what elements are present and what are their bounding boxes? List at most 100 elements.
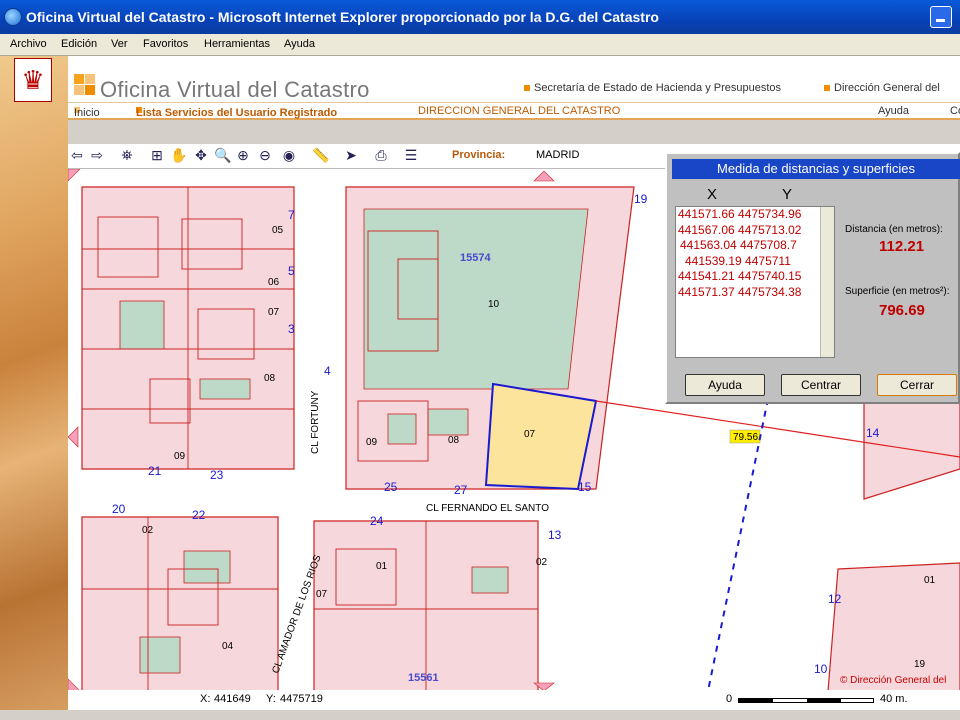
scale-bar xyxy=(738,698,874,703)
block-id-15561: 15561 xyxy=(408,672,439,684)
measure-panel: Medida de distancias y superficies X Y 4… xyxy=(665,152,960,404)
parcel-number: 02 xyxy=(142,525,154,536)
street-number: 14 xyxy=(866,426,880,440)
parcel-number: 01 xyxy=(376,561,388,572)
list-scrollbar[interactable] xyxy=(820,207,834,357)
full-extent-icon[interactable]: ⊞ xyxy=(148,146,166,164)
print-icon[interactable]: ⎙ xyxy=(372,146,390,164)
street-number: 12 xyxy=(828,592,842,606)
measure-ruler-icon[interactable]: 📏 xyxy=(312,146,330,164)
selected-parcel xyxy=(484,382,598,491)
province-value[interactable]: MADRID xyxy=(536,149,579,161)
x-coord-label: X: xyxy=(200,693,211,705)
street-number: 3 xyxy=(288,322,295,336)
site-logo-text: Oficina Virtual del Catastro xyxy=(100,77,370,102)
menu-ver[interactable]: Ver xyxy=(111,38,128,50)
close-button[interactable]: Cerrar xyxy=(877,374,957,396)
area-value: 796.69 xyxy=(879,302,925,319)
nav-ayuda[interactable]: Ayuda xyxy=(878,105,909,117)
window-bottom-edge xyxy=(0,710,960,720)
parcel-number: 06 xyxy=(268,277,280,288)
area-label: Superficie (en metros²): xyxy=(845,286,950,297)
coordinate-item[interactable]: 441571.37 4475734.38 xyxy=(676,285,834,301)
street-number: 4 xyxy=(324,364,331,378)
street-number: 10 xyxy=(814,662,828,676)
parcel-number: 07 xyxy=(316,589,328,600)
col-header-y: Y xyxy=(782,186,793,203)
distance-label: Distancia (en metros): xyxy=(845,224,943,235)
nav-contacto[interactable]: Co xyxy=(950,105,960,117)
parcel-number: 04 xyxy=(222,641,234,652)
back-arrow-icon[interactable]: ⇦ xyxy=(68,146,86,164)
parcel-number: 02 xyxy=(536,557,548,568)
street-number: 27 xyxy=(454,483,468,497)
zoom-in-icon[interactable]: ⊕ xyxy=(234,146,252,164)
street-label-fernando: CL FERNANDO EL SANTO xyxy=(426,503,549,514)
decorative-landscape-sidebar xyxy=(0,56,68,720)
block-id-15574: 15574 xyxy=(460,252,491,264)
pan-left-arrow xyxy=(68,426,79,448)
help-button[interactable]: Ayuda xyxy=(685,374,765,396)
scale-start: 0 xyxy=(726,693,733,705)
nav-direccion-general: DIRECCION GENERAL DEL CATASTRO xyxy=(418,105,621,117)
parcel-number: 08 xyxy=(264,373,276,384)
street-number: 20 xyxy=(112,502,126,516)
forward-arrow-icon[interactable]: ⇨ xyxy=(88,146,106,164)
map-status-bar: X: 441649 Y: 4475719 0 40 m. xyxy=(68,690,960,710)
coordinate-item[interactable]: 441567.06 4475713.02 xyxy=(676,223,834,239)
pan-bottomleft-arrow xyxy=(68,678,80,690)
parcel-number: 05 xyxy=(272,225,284,236)
province-label: Provincia: xyxy=(452,149,506,161)
zoom-icon[interactable]: 🔍 xyxy=(214,146,232,164)
street-number: 5 xyxy=(288,264,295,278)
link-direccion-general[interactable]: Dirección General del xyxy=(824,82,940,94)
measure-distance-label: 79.56 xyxy=(733,432,758,443)
coordinate-list[interactable]: 441571.66 4475734.96 441567.06 4475713.0… xyxy=(675,206,835,358)
x-coord-value: 441649 xyxy=(214,693,251,705)
minimize-button[interactable] xyxy=(930,6,952,28)
parcel-number: 08 xyxy=(448,435,460,446)
coordinate-item[interactable]: 441541.21 4475740.15 xyxy=(676,269,834,285)
col-header-x: X xyxy=(707,186,718,203)
list-icon[interactable]: ☰ xyxy=(402,146,420,164)
street-number: 24 xyxy=(370,514,384,528)
street-number: 7 xyxy=(288,208,295,222)
binoculars-icon[interactable]: ⛯ xyxy=(118,146,136,164)
street-number: 23 xyxy=(210,468,224,482)
street-number: 19 xyxy=(634,192,648,206)
parcel-number: 09 xyxy=(174,451,186,462)
window-title: Oficina Virtual del Catastro - Microsoft… xyxy=(26,9,659,25)
parcel-number: 07 xyxy=(524,429,536,440)
y-coord-label: Y: xyxy=(266,693,276,705)
coordinate-item[interactable]: 441539.19 4475711 xyxy=(676,254,834,270)
street-number: 22 xyxy=(192,508,206,522)
scale-end: 40 m. xyxy=(880,693,908,705)
pan-hand-icon[interactable]: ✋ xyxy=(170,146,188,164)
menu-ayuda[interactable]: Ayuda xyxy=(284,38,315,50)
menu-archivo[interactable]: Archivo xyxy=(10,38,47,50)
y-coord-value: 4475719 xyxy=(280,693,323,705)
coordinate-item[interactable]: 441571.66 4475734.96 xyxy=(676,207,834,223)
move-icon[interactable]: ✥ xyxy=(192,146,210,164)
center-button[interactable]: Centrar xyxy=(781,374,861,396)
street-number: 13 xyxy=(548,528,562,542)
pan-topleft-arrow xyxy=(68,169,81,182)
parcel-number: 09 xyxy=(366,437,378,448)
street-number: 25 xyxy=(384,480,398,494)
globe-icon[interactable]: ◉ xyxy=(280,146,298,164)
link-secretaria[interactable]: Secretaría de Estado de Hacienda y Presu… xyxy=(524,82,781,94)
parcel-number: 10 xyxy=(488,299,500,310)
street-number: 15 xyxy=(578,480,592,494)
coordinate-item[interactable]: 441563.04 4475708.7 xyxy=(676,238,834,254)
menu-herramientas[interactable]: Herramientas xyxy=(204,38,270,50)
zoom-out-icon[interactable]: ⊖ xyxy=(256,146,274,164)
map-copyright: © Dirección General del xyxy=(840,675,946,686)
distance-value: 112.21 xyxy=(879,238,925,255)
nav-bar: Inicio Lista Servicios del Usuario Regis… xyxy=(68,102,960,120)
window-titlebar: Oficina Virtual del Catastro - Microsoft… xyxy=(0,0,960,34)
info-cursor-icon[interactable]: ➤ xyxy=(342,146,360,164)
menu-edicion[interactable]: Edición xyxy=(61,38,97,50)
measure-panel-title: Medida de distancias y superficies xyxy=(672,159,960,179)
parcel-number: 01 xyxy=(924,575,936,586)
menu-favoritos[interactable]: Favoritos xyxy=(143,38,188,50)
